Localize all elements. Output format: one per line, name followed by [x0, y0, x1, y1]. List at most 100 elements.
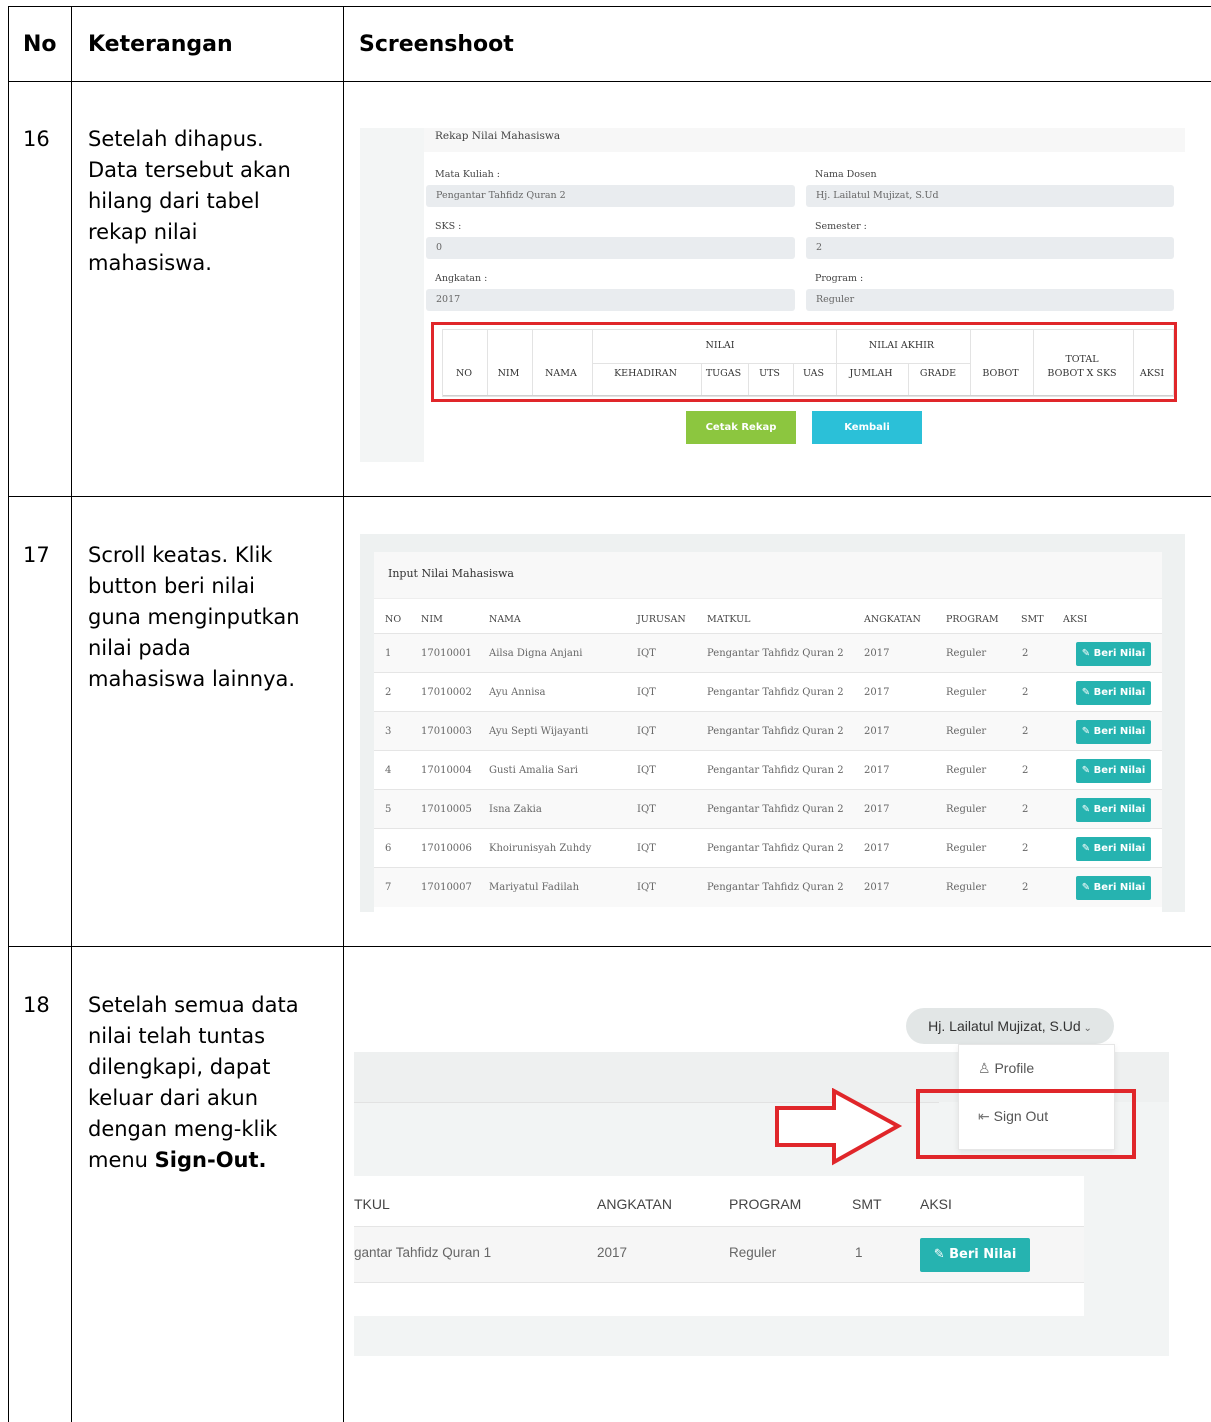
- beri-nilai-button[interactable]: ✎ Beri Nilai: [1076, 642, 1151, 666]
- col-angkatan: ANGKATAN: [864, 614, 921, 625]
- beri-nilai-button[interactable]: ✎ Beri Nilai: [1076, 837, 1151, 861]
- semester-field[interactable]: 2: [806, 237, 1174, 259]
- highlight-box: [916, 1089, 1136, 1159]
- table-row: 1 17010001 Ailsa Digna Anjani IQT Pengan…: [374, 633, 1162, 673]
- row-number: 18: [23, 993, 50, 1017]
- col-aksi: AKSI: [1063, 614, 1088, 625]
- desc-line: menu Sign-Out.: [88, 1148, 267, 1172]
- document-table: No Keterangan Screenshoot 16 Setelah dih…: [8, 6, 1211, 1422]
- panel-title: Rekap Nilai Mahasiswa: [435, 130, 561, 142]
- desc-line: Data tersebut akan: [88, 158, 291, 182]
- header-no: No: [23, 32, 57, 57]
- desc-line: keluar dari akun: [88, 1086, 258, 1110]
- desc-line: mahasiswa lainnya.: [88, 667, 296, 691]
- beri-nilai-button[interactable]: ✎ Beri Nilai: [1076, 798, 1151, 822]
- mata-kuliah-field[interactable]: Pengantar Tahfidz Quran 2: [426, 185, 795, 207]
- desc-line: dilengkapi, dapat: [88, 1055, 271, 1079]
- row-number: 17: [23, 543, 50, 567]
- semester-label: Semester :: [815, 221, 867, 232]
- edit-icon: ✎: [933, 1247, 950, 1262]
- program-label: Program :: [815, 273, 864, 284]
- desc-line: nilai pada: [88, 636, 191, 660]
- edit-icon: ✎: [1081, 726, 1094, 737]
- kembali-button[interactable]: Kembali: [812, 411, 922, 444]
- screenshot-sign-out: TKUL ANGKATAN PROGRAM SMT AKSI gantar Ta…: [354, 996, 1169, 1356]
- row-number: 16: [23, 127, 50, 151]
- table-border-left: [8, 6, 9, 1422]
- col-no: NO: [385, 614, 402, 625]
- table-row: 3 17010003 Ayu Septi Wijayanti IQT Penga…: [374, 711, 1162, 751]
- edit-icon: ✎: [1081, 843, 1094, 854]
- edit-icon: ✎: [1081, 804, 1094, 815]
- desc-line: Setelah dihapus.: [88, 127, 264, 151]
- screenshot-rekap-nilai: Rekap Nilai Mahasiswa Mata Kuliah : Peng…: [360, 128, 1185, 462]
- col-smt: SMT: [1021, 614, 1044, 625]
- desc-line: hilang dari tabel: [88, 189, 260, 213]
- col-nama: NAMA: [489, 614, 521, 625]
- table-border-top: [8, 6, 1211, 7]
- table-divider-2: [343, 6, 344, 1422]
- panel-title: Input Nilai Mahasiswa: [388, 567, 514, 580]
- angkatan-label: Angkatan :: [435, 273, 488, 284]
- col-matkul: MATKUL: [707, 614, 751, 625]
- table-row: 6 17010006 Khoirunisyah Zuhdy IQT Pengan…: [374, 828, 1162, 868]
- beri-nilai-button[interactable]: ✎ Beri Nilai: [1076, 681, 1151, 705]
- sks-label: SKS :: [435, 221, 462, 232]
- user-icon: ♙: [978, 1060, 995, 1076]
- highlight-box: [431, 322, 1177, 402]
- screenshot-input-nilai: Input Nilai Mahasiswa NO NIM NAMA JURUSA…: [360, 534, 1185, 912]
- col-matkul: TKUL: [354, 1196, 390, 1212]
- beri-nilai-button[interactable]: ✎ Beri Nilai: [1076, 876, 1151, 900]
- row-description: Setelah semua data nilai telah tuntas di…: [88, 990, 299, 1176]
- desc-line: button beri nilai: [88, 574, 256, 598]
- col-smt: SMT: [852, 1196, 882, 1212]
- angkatan-field[interactable]: 2017: [426, 289, 795, 311]
- desc-line: dengan meng-klik: [88, 1117, 278, 1141]
- edit-icon: ✎: [1081, 765, 1094, 776]
- table-divider-1: [71, 6, 72, 1422]
- table-row: 4 17010004 Gusti Amalia Sari IQT Pengant…: [374, 750, 1162, 790]
- col-program: PROGRAM: [729, 1196, 802, 1212]
- col-nim: NIM: [421, 614, 443, 625]
- table-row: 5 17010005 Isna Zakia IQT Pengantar Tahf…: [374, 789, 1162, 829]
- edit-icon: ✎: [1081, 687, 1094, 698]
- header-screenshoot: Screenshoot: [359, 32, 514, 57]
- desc-line: guna menginputkan: [88, 605, 300, 629]
- row-description: Scroll keatas. Klik button beri nilai gu…: [88, 540, 300, 695]
- chevron-down-icon: ⌄: [1080, 1023, 1092, 1034]
- table-header-rule: [8, 81, 1211, 82]
- col-aksi: AKSI: [920, 1196, 952, 1212]
- cell-angkatan: 2017: [597, 1245, 628, 1260]
- desc-line: rekap nilai: [88, 220, 198, 244]
- table-row: 7 17010007 Mariyatul Fadilah IQT Pengant…: [374, 867, 1162, 907]
- nama-dosen-field[interactable]: Hj. Lailatul Mujizat, S.Ud: [806, 185, 1174, 207]
- edit-icon: ✎: [1081, 648, 1094, 659]
- mata-kuliah-label: Mata Kuliah :: [435, 169, 500, 180]
- col-jurusan: JURUSAN: [637, 614, 686, 625]
- col-program: PROGRAM: [946, 614, 999, 625]
- menu-profile[interactable]: ♙ Profile: [978, 1060, 1034, 1077]
- beri-nilai-button[interactable]: ✎ Beri Nilai: [1076, 720, 1151, 744]
- cell-smt: 1: [855, 1245, 863, 1260]
- table-row: 2 17010002 Ayu Annisa IQT Pengantar Tahf…: [374, 672, 1162, 712]
- header-keterangan: Keterangan: [88, 32, 233, 57]
- beri-nilai-button[interactable]: ✎ Beri Nilai: [920, 1238, 1030, 1272]
- edit-icon: ✎: [1081, 882, 1094, 893]
- table-row-rule-1: [8, 496, 1211, 497]
- desc-line: mahasiswa.: [88, 251, 212, 275]
- desc-line: Scroll keatas. Klik: [88, 543, 273, 567]
- desc-line: Setelah semua data: [88, 993, 299, 1017]
- cell-matkul: gantar Tahfidz Quran 1: [354, 1245, 492, 1260]
- beri-nilai-button[interactable]: ✎ Beri Nilai: [1076, 759, 1151, 783]
- col-angkatan: ANGKATAN: [597, 1196, 672, 1212]
- desc-line: nilai telah tuntas: [88, 1024, 266, 1048]
- program-field[interactable]: Reguler: [806, 289, 1174, 311]
- nama-dosen-label: Nama Dosen: [815, 169, 877, 180]
- sks-field[interactable]: 0: [426, 237, 795, 259]
- user-menu-toggle[interactable]: Hj. Lailatul Mujizat, S.Ud ⌄: [906, 1008, 1114, 1044]
- row-description: Setelah dihapus. Data tersebut akan hila…: [88, 124, 291, 279]
- pointer-arrow-icon: [775, 1088, 903, 1166]
- cetak-rekap-button[interactable]: Cetak Rekap: [686, 411, 796, 444]
- cell-program: Reguler: [729, 1245, 777, 1260]
- table-row-rule-2: [8, 946, 1211, 947]
